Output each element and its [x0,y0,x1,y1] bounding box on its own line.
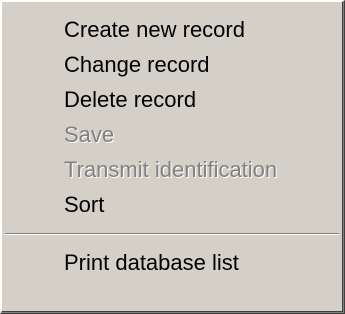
menu-item-sort[interactable]: Sort [2,187,342,222]
menu-item-delete-record[interactable]: Delete record [2,82,342,117]
menu-item-print-database-list[interactable]: Print database list [2,245,342,280]
menu-item-transmit-identification: Transmit identification [64,157,278,182]
menu-separator [5,233,339,235]
menu-item-change-record[interactable]: Change record [2,47,342,82]
context-menu: Create new record Change record Delete r… [0,0,345,314]
menu-item-save: Save [64,122,115,147]
menu-item-create-new-record[interactable]: Create new record [2,12,342,47]
